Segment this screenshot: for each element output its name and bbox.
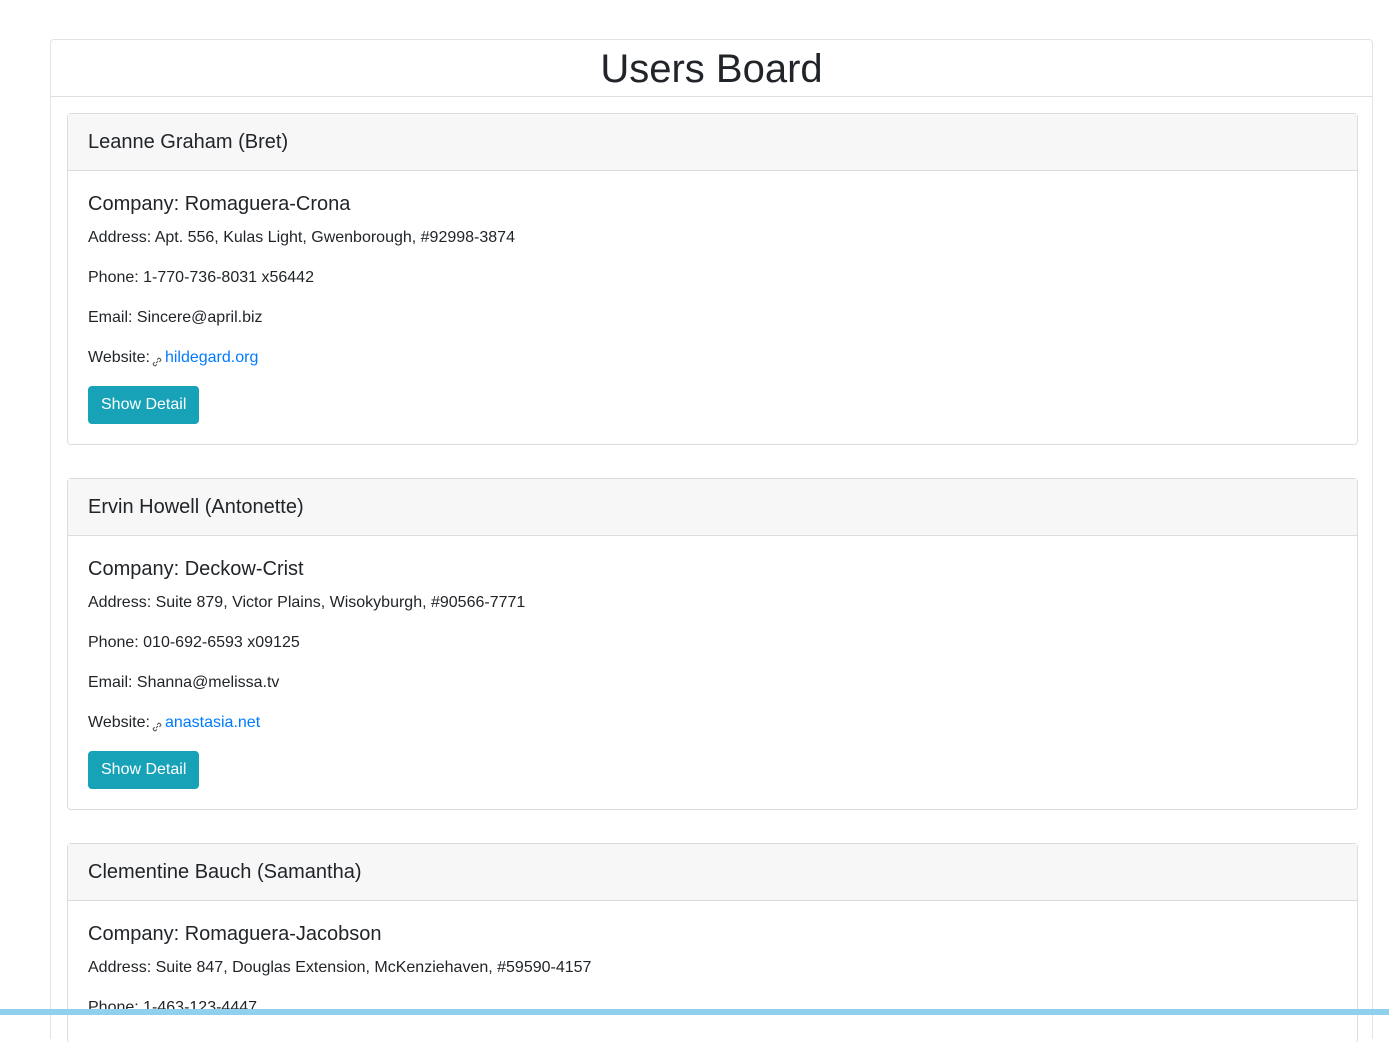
address-text: Address: Suite 847, Douglas Extension, M… (88, 959, 592, 976)
page-title: Users Board (600, 47, 823, 91)
users-board: Users Board Leanne Graham (Bret) Company… (50, 39, 1373, 1043)
show-detail-button[interactable]: Show Detail (88, 386, 200, 424)
address-text: Address: Apt. 556, Kulas Light, Gwenboro… (88, 229, 515, 246)
user-name: Clementine Bauch (Samantha) (88, 860, 362, 883)
taskbar (0, 1009, 1389, 1015)
card-header: Leanne Graham (Bret) (68, 114, 1357, 171)
website-link[interactable]: anastasia.net (165, 711, 260, 735)
card-body: Company: Deckow-Crist Address: Suite 879… (68, 536, 1357, 809)
show-detail-button[interactable]: Show Detail (88, 751, 200, 789)
user-card: Leanne Graham (Bret) Company: Romaguera-… (67, 113, 1358, 445)
email-text: Email: Shanna@melissa.tv (88, 674, 280, 691)
website-line: Website: anastasia.net (88, 711, 1337, 735)
link-icon (151, 352, 163, 367)
user-card: Ervin Howell (Antonette) Company: Deckow… (67, 478, 1358, 810)
website-line: Website: hildegard.org (88, 346, 1337, 370)
website-link[interactable]: hildegard.org (165, 346, 258, 370)
company-heading: Company: Deckow-Crist (88, 558, 304, 580)
company-heading: Company: Romaguera-Jacobson (88, 923, 382, 945)
phone-text: Phone: 1-770-736-8031 x56442 (88, 269, 314, 286)
user-name: Ervin Howell (Antonette) (88, 495, 304, 518)
website-label: Website: (88, 349, 150, 366)
company-heading: Company: Romaguera-Crona (88, 193, 351, 215)
card-body: Company: Romaguera-Crona Address: Apt. 5… (68, 171, 1357, 444)
card-body: Company: Romaguera-Jacobson Address: Sui… (68, 901, 1357, 1056)
link-icon (151, 717, 163, 732)
address-text: Address: Suite 879, Victor Plains, Wisok… (88, 594, 526, 611)
phone-text: Phone: 010-692-6593 x09125 (88, 634, 300, 651)
board-header: Users Board (51, 40, 1372, 97)
card-header: Ervin Howell (Antonette) (68, 479, 1357, 536)
email-text: Email: Sincere@april.biz (88, 309, 263, 326)
user-name: Leanne Graham (Bret) (88, 130, 289, 153)
phone-text: Phone: 1-463-123-4447 (88, 999, 258, 1016)
website-label: Website: (88, 714, 150, 731)
card-header: Clementine Bauch (Samantha) (68, 844, 1357, 901)
